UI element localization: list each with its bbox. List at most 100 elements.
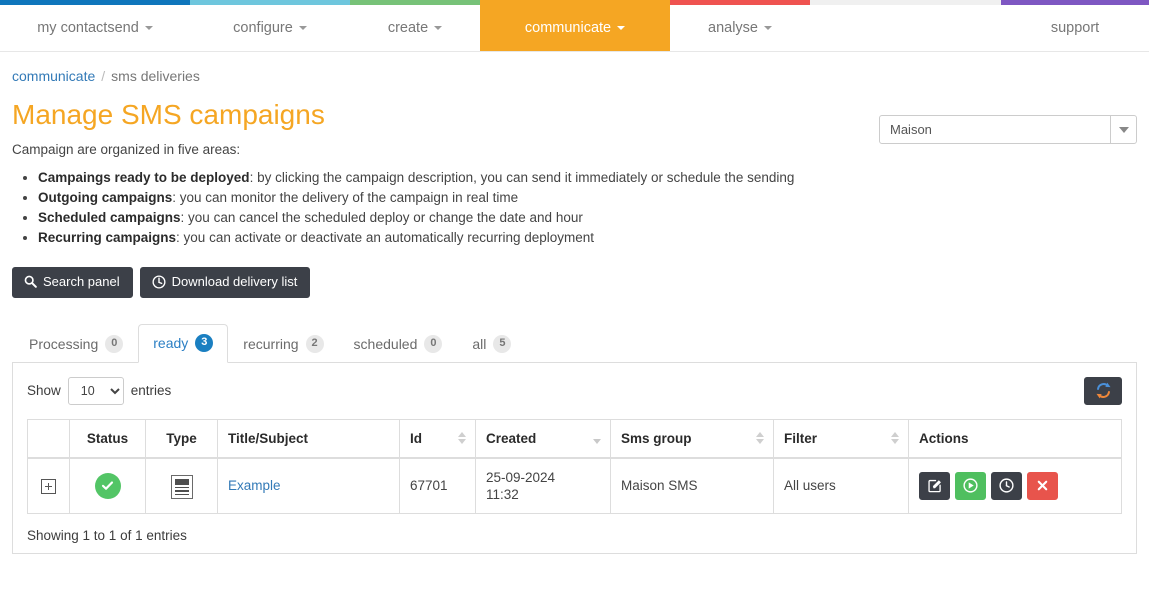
organization-select[interactable]: Maison bbox=[879, 115, 1137, 144]
sort-indicator-icon bbox=[891, 432, 899, 445]
table-info: Showing 1 to 1 of 1 entries bbox=[27, 527, 187, 543]
area-desc: : you can activate or deactivate an auto… bbox=[176, 229, 595, 245]
nav-label: communicate bbox=[524, 20, 612, 36]
list-item: Scheduled campaigns: you can cancel the … bbox=[38, 208, 1137, 228]
area-desc: : you can cancel the scheduled deploy or… bbox=[180, 209, 583, 225]
chevron-down-icon bbox=[617, 26, 626, 30]
column-header-label: Created bbox=[486, 430, 537, 446]
breadcrumb-link-communicate[interactable]: communicate bbox=[12, 68, 95, 84]
nav-label: configure bbox=[233, 20, 293, 36]
column-header-label: Filter bbox=[784, 430, 818, 446]
tab-label: all bbox=[472, 335, 487, 352]
list-item: Outgoing campaigns: you can monitor the … bbox=[38, 188, 1137, 208]
plus-box-icon[interactable] bbox=[41, 478, 56, 494]
list-item: Recurring campaigns: you can activate or… bbox=[38, 228, 1137, 248]
nav-item-my-contactsend[interactable]: my contactsend bbox=[0, 5, 190, 51]
column-header-status: Status bbox=[69, 418, 146, 459]
tab-all[interactable]: all 5 bbox=[457, 325, 526, 363]
download-delivery-list-button[interactable]: Download delivery list bbox=[139, 266, 311, 298]
chevron-down-icon bbox=[144, 26, 153, 30]
column-header-id[interactable]: Id bbox=[399, 418, 476, 459]
created-date: 25-09-2024 bbox=[486, 469, 556, 485]
nav-label: create bbox=[387, 20, 429, 36]
column-header-created[interactable]: Created bbox=[475, 418, 611, 459]
column-header-type: Type bbox=[145, 418, 218, 459]
toolbar: Search panel Download delivery list bbox=[12, 266, 1137, 298]
pencil-square-icon bbox=[927, 479, 941, 493]
area-desc: : you can monitor the delivery of the ca… bbox=[172, 189, 519, 205]
main-navigation: my contactsend configure create communic… bbox=[0, 5, 1149, 52]
table-row: Example 67701 25-09-2024 11:32 Maison SM… bbox=[27, 457, 1122, 514]
cell-status bbox=[69, 457, 146, 514]
nav-label: analyse bbox=[708, 20, 758, 36]
search-panel-button[interactable]: Search panel bbox=[12, 266, 133, 298]
tab-ready[interactable]: ready 3 bbox=[138, 323, 229, 363]
column-header-expand bbox=[27, 418, 70, 459]
page-subtitle: Campaign are organized in five areas: bbox=[12, 141, 241, 157]
sort-indicator-icon bbox=[458, 432, 466, 445]
chevron-down-icon bbox=[434, 26, 443, 30]
refresh-icon bbox=[1096, 382, 1110, 399]
tab-label: Processing bbox=[29, 335, 99, 352]
nav-item-analyse[interactable]: analyse bbox=[670, 5, 810, 51]
tab-label: recurring bbox=[243, 335, 299, 352]
nav-item-support[interactable]: support bbox=[1001, 5, 1149, 51]
times-icon bbox=[1037, 481, 1048, 491]
column-header-label: Sms group bbox=[621, 430, 692, 446]
chevron-down-icon bbox=[298, 26, 307, 30]
status-tabs: Processing 0 ready 3 recurring 2 schedul… bbox=[12, 323, 1137, 363]
cell-expand[interactable] bbox=[27, 457, 70, 514]
breadcrumb-separator: / bbox=[101, 68, 106, 84]
column-header-filter[interactable]: Filter bbox=[773, 418, 909, 459]
area-term: Scheduled campaigns bbox=[38, 209, 181, 225]
send-now-action-button[interactable] bbox=[955, 471, 986, 500]
search-icon bbox=[24, 275, 37, 289]
page-length-select[interactable]: 10 25 50 100 bbox=[67, 376, 124, 405]
table-body: Example 67701 25-09-2024 11:32 Maison SM… bbox=[27, 457, 1122, 514]
delete-action-button[interactable] bbox=[1027, 471, 1058, 500]
tab-recurring[interactable]: recurring 2 bbox=[228, 325, 338, 363]
column-header-title: Title/Subject bbox=[217, 418, 400, 459]
tab-scheduled[interactable]: scheduled 0 bbox=[339, 325, 458, 363]
tab-processing[interactable]: Processing 0 bbox=[14, 325, 138, 363]
column-header-sms-group[interactable]: Sms group bbox=[610, 418, 774, 459]
breadcrumb-row: communicate / sms deliveries bbox=[12, 52, 1137, 84]
show-label: Show bbox=[27, 383, 61, 399]
chevron-down-icon bbox=[1110, 116, 1136, 143]
cell-title: Example bbox=[217, 457, 400, 514]
organization-select-value: Maison bbox=[890, 122, 932, 137]
edit-action-button[interactable] bbox=[919, 471, 950, 500]
table-header-row: Status Type Title/Subject Id Created Sms… bbox=[27, 418, 1122, 459]
status-badge: 3 bbox=[195, 333, 214, 352]
sort-indicator-icon bbox=[756, 432, 764, 445]
cell-created: 25-09-2024 11:32 bbox=[475, 457, 611, 514]
area-term: Campaings ready to be deployed bbox=[38, 169, 250, 185]
area-term: Recurring campaigns bbox=[38, 229, 177, 245]
areas-list: Campaings ready to be deployed: by click… bbox=[12, 168, 1137, 248]
breadcrumb: communicate / sms deliveries bbox=[12, 68, 200, 84]
refresh-button[interactable] bbox=[1084, 376, 1122, 405]
cell-filter: All users bbox=[773, 457, 909, 514]
download-circle-icon bbox=[152, 275, 166, 289]
nav-item-create[interactable]: create bbox=[350, 5, 480, 51]
status-badge: 0 bbox=[424, 334, 443, 353]
search-panel-label: Search panel bbox=[43, 274, 120, 290]
page-content: communicate / sms deliveries Maison Manage… bbox=[0, 52, 1149, 554]
download-delivery-list-label: Download delivery list bbox=[171, 274, 298, 290]
cell-sms-group: Maison SMS bbox=[610, 457, 774, 514]
deliveries-panel: Show 10 25 50 100 entries bbox=[12, 362, 1137, 554]
schedule-action-button[interactable] bbox=[991, 471, 1022, 500]
breadcrumb-current: sms deliveries bbox=[111, 68, 200, 84]
campaign-title-link[interactable]: Example bbox=[228, 478, 281, 493]
sort-indicator-desc-icon bbox=[593, 432, 601, 445]
area-desc: : by clicking the campaign description, … bbox=[249, 169, 795, 185]
nav-item-communicate[interactable]: communicate bbox=[480, 5, 670, 51]
table-head: Status Type Title/Subject Id Created Sms… bbox=[27, 418, 1122, 459]
column-header-actions: Actions bbox=[908, 418, 1122, 459]
nav-item-configure[interactable]: configure bbox=[190, 5, 350, 51]
tab-label: scheduled bbox=[353, 335, 418, 352]
area-term: Outgoing campaigns bbox=[38, 189, 173, 205]
cell-id: 67701 bbox=[399, 457, 476, 514]
entries-label: entries bbox=[130, 383, 172, 399]
